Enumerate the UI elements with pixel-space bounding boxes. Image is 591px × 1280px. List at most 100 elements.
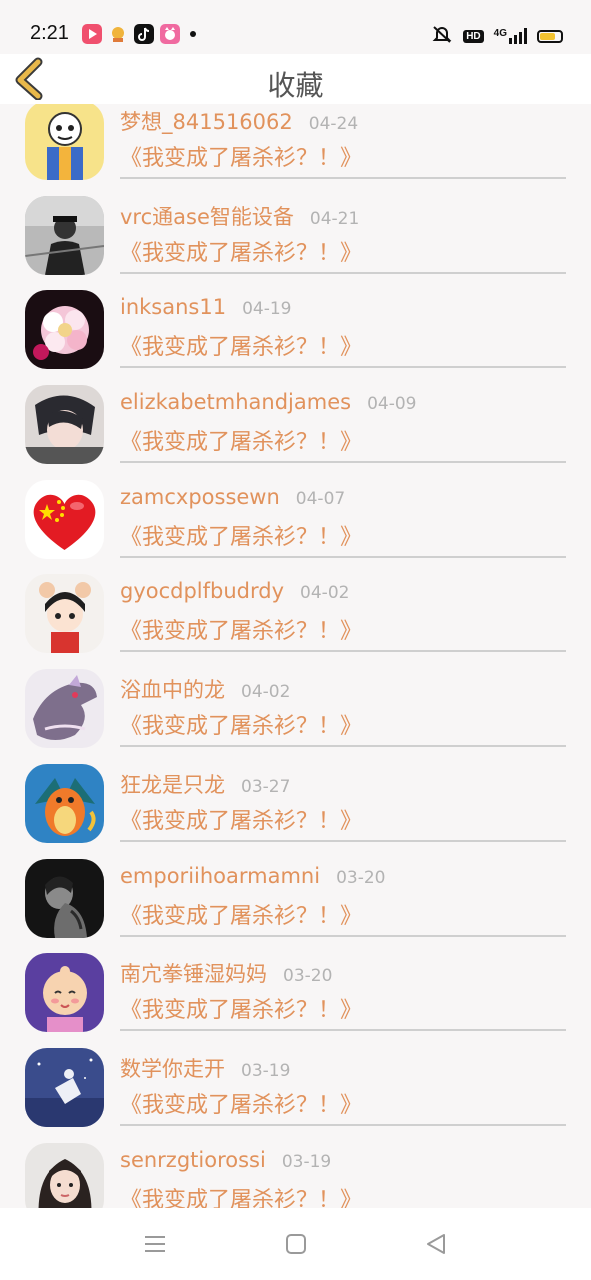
username-row: elizkabetmhandjames 04-09 (120, 390, 416, 414)
video-app-icon (82, 24, 102, 44)
divider (120, 177, 566, 179)
username-row: vrc通ase智能设备 04-21 (120, 201, 359, 231)
username-row: zamcxpossewn 04-07 (120, 485, 345, 509)
divider (120, 271, 566, 274)
favorite-title-link[interactable]: 《我变成了屠杀衫？！》 (120, 803, 362, 835)
anime-girl-avatar (25, 574, 104, 654)
avatar[interactable] (25, 1047, 104, 1127)
username[interactable]: 梦想_841516062 (120, 106, 293, 136)
username[interactable]: gyocdplfbudrdy (120, 579, 284, 603)
favorite-title-link[interactable]: 《我变成了屠杀衫？！》 (120, 1087, 362, 1119)
favorite-title-link[interactable]: 《我变成了屠杀衫？！》 (120, 1182, 362, 1208)
divider (120, 555, 566, 558)
list-item[interactable]: senrzgtiorossi 03-19 《我变成了屠杀衫？！》 (0, 1136, 591, 1208)
username[interactable]: 狂龙是只龙 (120, 769, 225, 799)
favorite-title-link[interactable]: 《我变成了屠杀衫？！》 (120, 235, 362, 267)
avatar[interactable] (25, 104, 104, 180)
list-item[interactable]: gyocdplfbudrdy 04-02 《我变成了屠杀衫？！》 (0, 567, 591, 662)
favorite-date: 04-07 (295, 488, 346, 509)
status-bar: 2:21 HD 4G (0, 0, 591, 54)
username[interactable]: senrzgtiorossi (120, 1148, 266, 1172)
avatar[interactable] (25, 195, 104, 275)
favorite-title-link[interactable]: 《我变成了屠杀衫？！》 (120, 519, 362, 551)
favorite-date: 04-24 (308, 114, 359, 134)
dark-portrait-avatar (25, 858, 104, 938)
username[interactable]: emporiihoarmamni (120, 864, 320, 888)
battery-icon (537, 29, 563, 43)
list-item[interactable]: vrc通ase智能设备 04-21 《我变成了屠杀衫？！》 (0, 189, 591, 284)
favorites-list[interactable]: 梦想_841516062 04-24 《我变成了屠杀衫？！》 vrc通ase智能设备 0… (0, 104, 591, 1208)
charizard-avatar (25, 763, 104, 843)
system-back-button[interactable] (424, 1232, 448, 1256)
avatar[interactable] (25, 669, 104, 749)
favorite-title-link[interactable]: 《我变成了屠杀衫？！》 (120, 140, 362, 172)
list-item[interactable]: emporiihoarmamni 03-20 《我变成了屠杀衫？！》 (0, 852, 591, 947)
flag-heart-avatar (25, 479, 104, 559)
mute-bell-icon (431, 24, 453, 48)
list-item[interactable]: 数学你走开 03-19 《我变成了屠杀衫？！》 (0, 1041, 591, 1136)
divider (120, 461, 566, 464)
divider (120, 366, 566, 369)
favorite-title-link[interactable]: 《我变成了屠杀衫？！》 (120, 329, 362, 361)
divider (120, 745, 566, 748)
divider (120, 650, 566, 653)
username-row: 狂龙是只龙 03-27 (120, 769, 290, 799)
header: 收藏 (0, 54, 591, 104)
list-item[interactable]: 狂龙是只龙 03-27 《我变成了屠杀衫？！》 (0, 757, 591, 852)
favorite-title-link[interactable]: 《我变成了屠杀衫？！》 (120, 424, 362, 456)
avatar[interactable] (25, 858, 104, 938)
anime-boy-avatar (25, 385, 104, 465)
divider (120, 934, 566, 937)
favorite-title-link[interactable]: 《我变成了屠杀衫？！》 (120, 992, 362, 1024)
network-label: 4G (493, 28, 507, 39)
username[interactable]: elizkabetmhandjames (120, 390, 351, 414)
list-item[interactable]: 梦想_841516062 04-24 《我变成了屠杀衫？！》 (0, 104, 591, 189)
favorite-date: 03-20 (336, 867, 386, 888)
favorite-date: 03-19 (241, 1060, 291, 1081)
list-item[interactable]: elizkabetmhandjames 04-09 《我变成了屠杀衫？！》 (0, 378, 591, 473)
pink-flower-avatar (25, 290, 104, 370)
username[interactable]: 数学你走开 (120, 1053, 225, 1083)
tiktok-icon (134, 24, 154, 44)
list-item[interactable]: 南宂拳锤湿妈妈 03-20 《我变成了屠杀衫？！》 (0, 946, 591, 1041)
baby-avatar (25, 953, 104, 1033)
avatar[interactable] (25, 1142, 104, 1208)
favorite-date: 04-02 (241, 682, 291, 703)
cat-app-icon (160, 24, 180, 44)
username[interactable]: vrc通ase智能设备 (120, 201, 294, 231)
system-nav-bar (0, 1208, 591, 1280)
avatar[interactable] (25, 479, 104, 559)
favorite-date: 03-20 (283, 966, 333, 987)
list-item[interactable]: inksans11 04-19 《我变成了屠杀衫？！》 (0, 283, 591, 378)
avatar[interactable] (25, 574, 104, 654)
mascot-app-icon (108, 24, 128, 44)
username-row: senrzgtiorossi 03-19 (120, 1148, 331, 1172)
username[interactable]: 南宂拳锤湿妈妈 (120, 958, 267, 988)
list-item[interactable]: 浴血中的龙 04-02 《我变成了屠杀衫？！》 (0, 662, 591, 757)
favorite-date: 04-09 (367, 394, 417, 415)
menu-button[interactable] (143, 1232, 167, 1256)
menu-icon (145, 1236, 165, 1252)
avatar[interactable] (25, 763, 104, 843)
favorite-date: 04-02 (300, 583, 350, 604)
page-title: 收藏 (267, 69, 324, 102)
favorite-title-link[interactable]: 《我变成了屠杀衫？！》 (120, 613, 362, 645)
favorite-title-link[interactable]: 《我变成了屠杀衫？！》 (120, 708, 362, 740)
home-button[interactable] (284, 1232, 308, 1256)
signal-icon: 4G (494, 28, 527, 44)
night-scene-avatar (25, 1047, 104, 1127)
avatar[interactable] (25, 290, 104, 370)
avatar[interactable] (25, 385, 104, 465)
favorite-title-link[interactable]: 《我变成了屠杀衫？！》 (120, 898, 362, 930)
username[interactable]: inksans11 (120, 295, 226, 319)
avatar[interactable] (25, 953, 104, 1033)
favorite-date: 03-19 (281, 1151, 332, 1172)
username[interactable]: 浴血中的龙 (120, 674, 225, 704)
favorites-list-inner: 梦想_841516062 04-24 《我变成了屠杀衫？！》 vrc通ase智能设备 0… (0, 104, 591, 1208)
username[interactable]: zamcxpossewn (120, 485, 280, 509)
username-row: 南宂拳锤湿妈妈 03-20 (120, 958, 332, 988)
divider (120, 1123, 566, 1126)
list-item[interactable]: zamcxpossewn 04-07 《我变成了屠杀衫？！》 (0, 473, 591, 568)
divider (120, 1029, 566, 1032)
status-time: 2:21 (30, 22, 69, 44)
